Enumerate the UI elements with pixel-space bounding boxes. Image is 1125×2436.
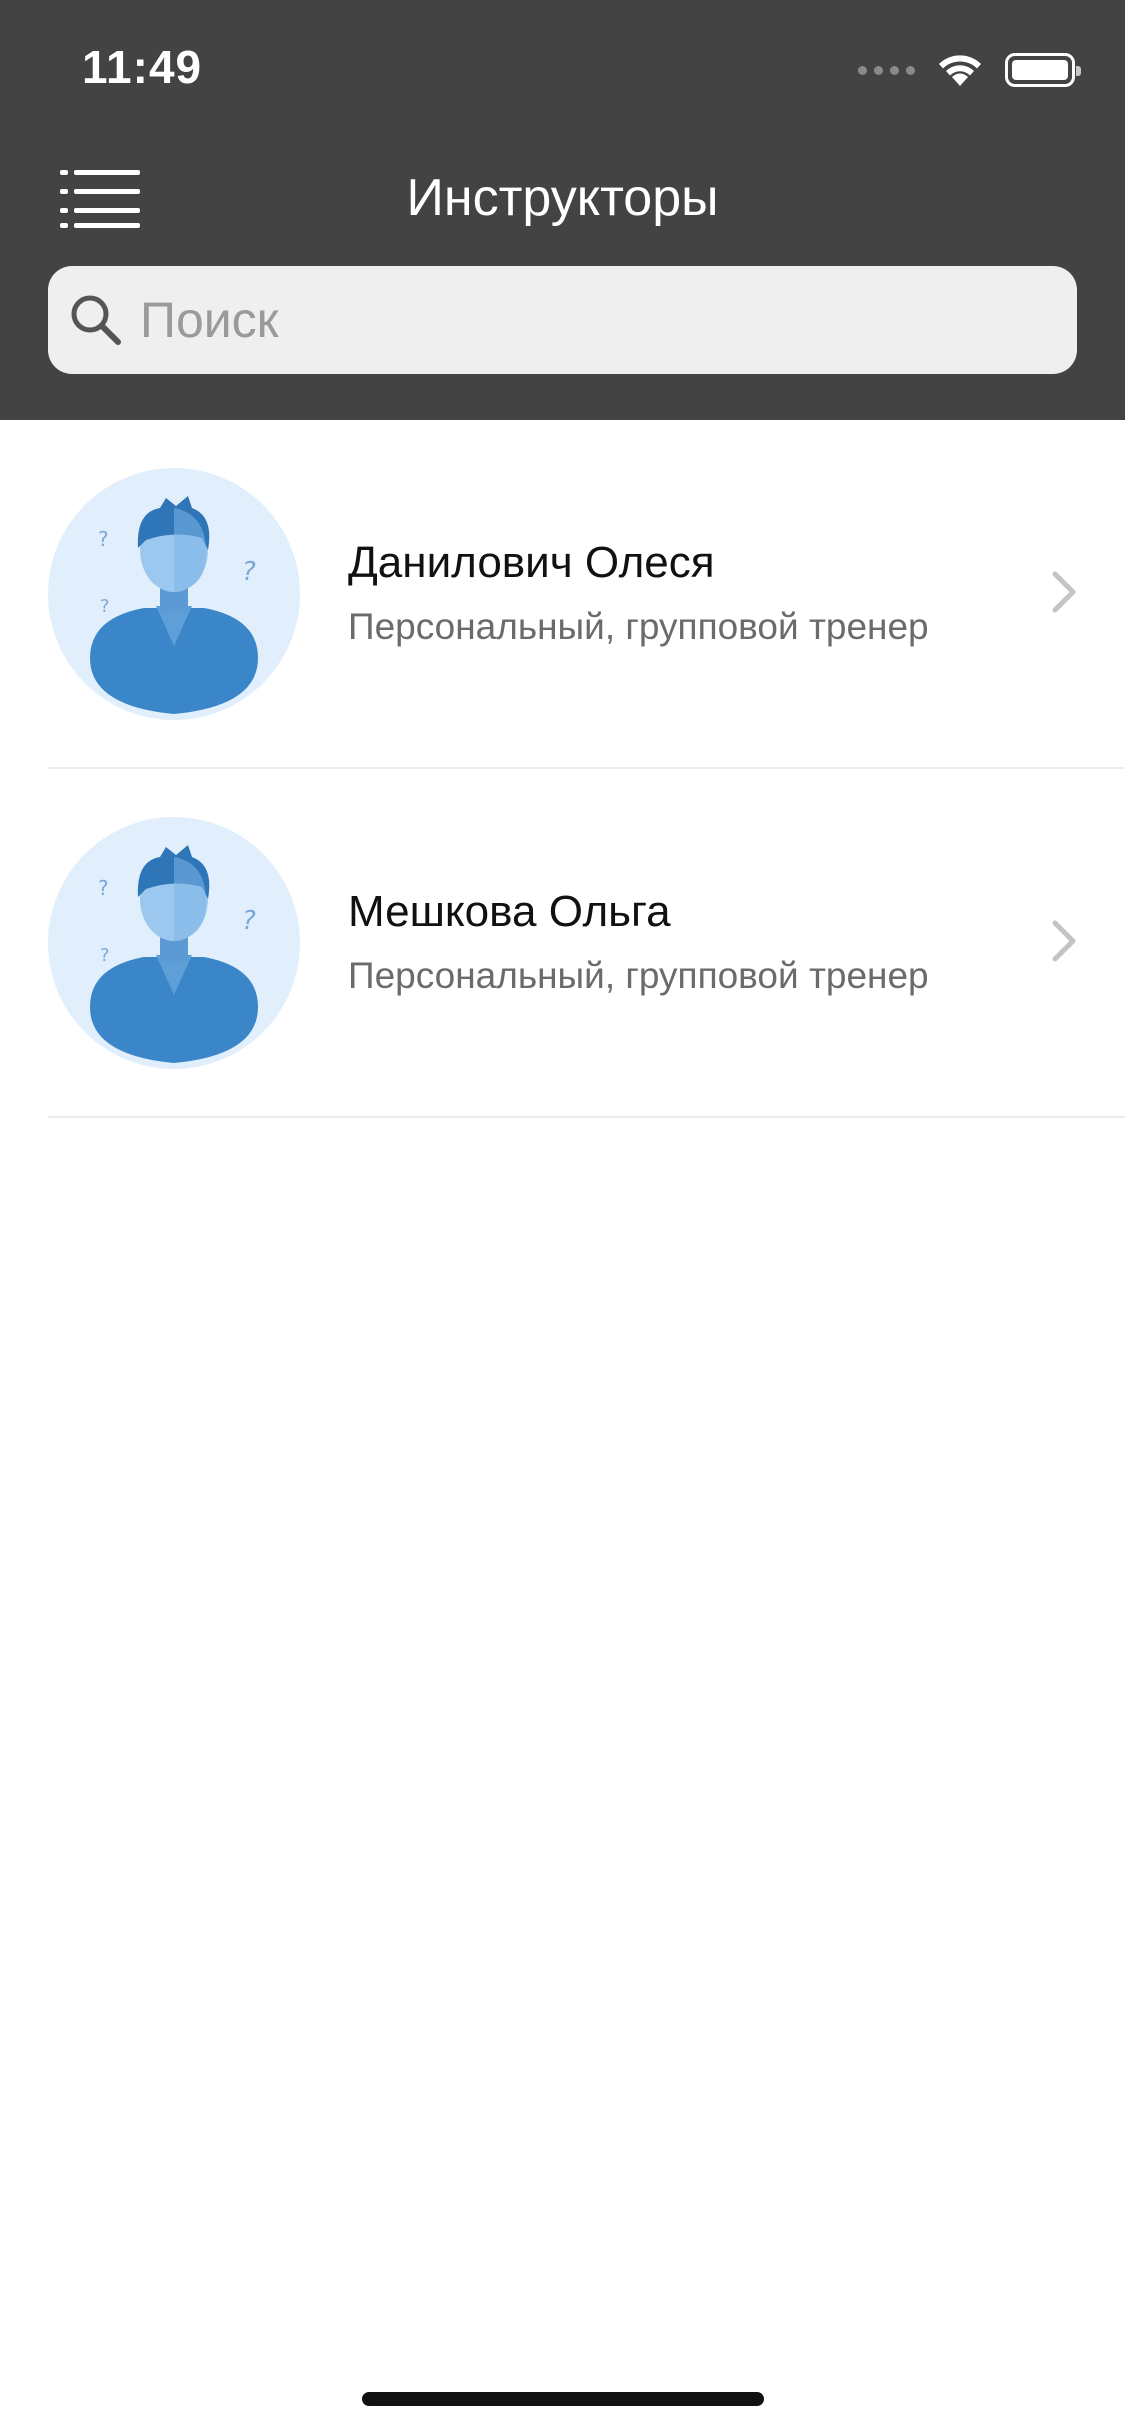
chevron-right-icon xyxy=(1052,571,1076,613)
chevron-right-icon xyxy=(1052,920,1076,962)
search-input[interactable] xyxy=(138,280,1038,360)
search-bar[interactable] xyxy=(48,266,1077,374)
battery-icon xyxy=(1005,53,1081,87)
instructor-name: Данилович Олеся xyxy=(348,538,715,587)
list-menu-icon xyxy=(60,170,140,228)
avatar: ? ? ? xyxy=(48,817,300,1069)
instructor-role: Персональный, групповой тренер xyxy=(348,955,929,996)
header: 11:49 Инструкторы xyxy=(0,0,1125,420)
cellular-signal-icon xyxy=(858,65,915,75)
divider xyxy=(48,1116,1125,1118)
instructor-name: Мешкова Ольга xyxy=(348,887,671,936)
instructor-list: ? ? ? Данилович Олеся Персональный, груп… xyxy=(0,420,1125,1118)
svg-text:?: ? xyxy=(100,945,110,966)
status-indicators xyxy=(858,50,1081,90)
svg-text:?: ? xyxy=(242,906,256,936)
home-indicator[interactable] xyxy=(362,2392,764,2406)
instructor-role: Персональный, групповой тренер xyxy=(348,606,929,647)
svg-text:?: ? xyxy=(100,596,110,617)
svg-text:?: ? xyxy=(242,557,256,587)
search-icon xyxy=(71,295,121,345)
page-title: Инструкторы xyxy=(406,169,719,227)
svg-text:?: ? xyxy=(98,527,109,551)
list-item[interactable]: ? ? ? Мешкова Ольга Персональный, группо… xyxy=(0,769,1125,1118)
svg-text:?: ? xyxy=(98,876,109,900)
list-item[interactable]: ? ? ? Данилович Олеся Персональный, груп… xyxy=(0,420,1125,769)
wifi-icon xyxy=(939,55,981,86)
menu-button[interactable] xyxy=(60,168,140,228)
avatar: ? ? ? xyxy=(48,468,300,720)
status-time: 11:49 xyxy=(82,41,203,93)
